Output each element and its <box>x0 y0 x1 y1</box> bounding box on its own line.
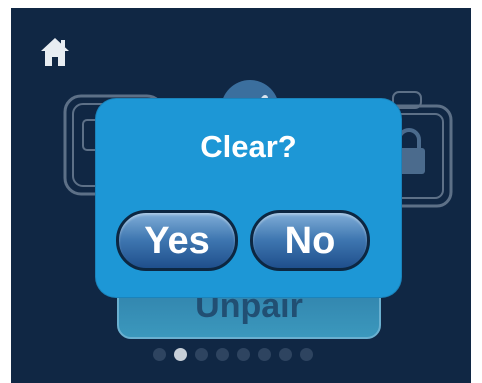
page-dot[interactable] <box>237 348 250 361</box>
no-button[interactable]: No <box>250 210 370 271</box>
clear-confirm-dialog: Clear? Yes No <box>96 99 401 297</box>
dialog-title: Clear? <box>200 129 297 164</box>
page-indicator <box>153 348 313 368</box>
yes-button[interactable]: Yes <box>116 210 238 271</box>
page-dot[interactable] <box>279 348 292 361</box>
device-screen: Unpair Clear? Yes No <box>11 8 471 383</box>
page-dot-active[interactable] <box>174 348 187 361</box>
page-dot[interactable] <box>153 348 166 361</box>
page-dot[interactable] <box>195 348 208 361</box>
page-dot[interactable] <box>300 348 313 361</box>
page-dot[interactable] <box>216 348 229 361</box>
page-dot[interactable] <box>258 348 271 361</box>
home-icon[interactable] <box>38 35 72 69</box>
